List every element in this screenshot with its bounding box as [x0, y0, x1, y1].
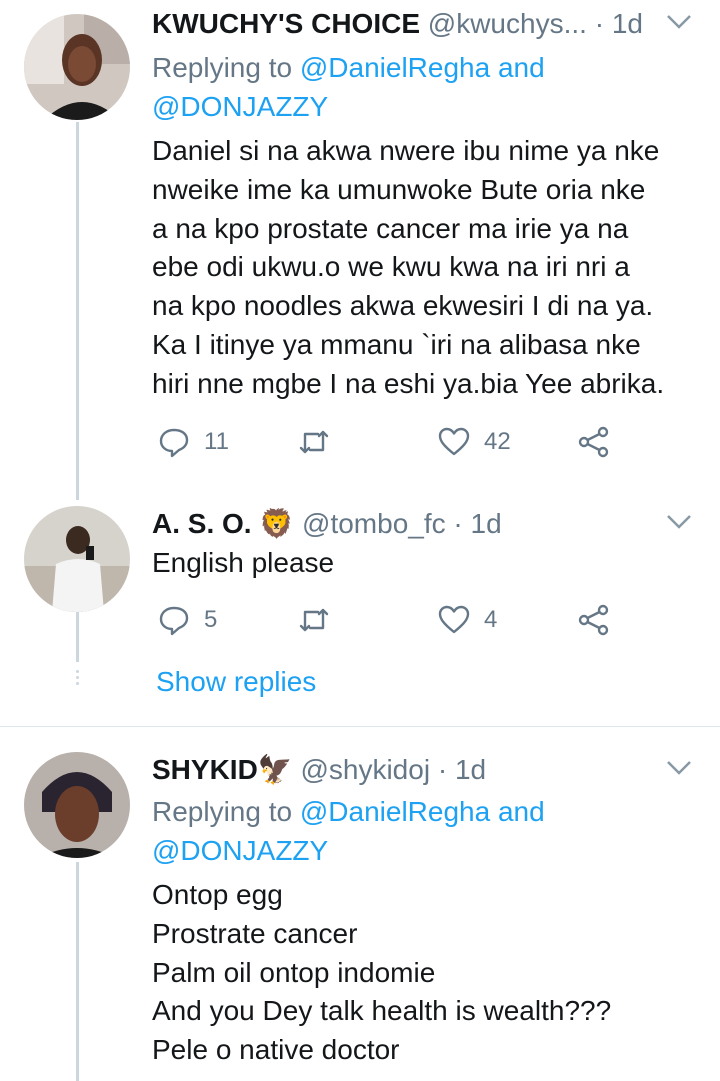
retweet-icon: [299, 608, 329, 632]
tweet-text: Daniel si na akwa nwere ibu nime ya nke …: [152, 135, 665, 399]
display-name[interactable]: A. S. O.: [152, 508, 252, 539]
retweet-button[interactable]: [298, 422, 344, 462]
heart-icon: [438, 427, 470, 456]
separator-dot: ·: [437, 754, 448, 785]
tweet-actions: 5 4: [152, 600, 622, 640]
timestamp[interactable]: 1d: [455, 754, 486, 785]
separator-dot: ·: [453, 508, 463, 539]
reply-icon: [159, 606, 189, 636]
tweet-actions: 11 42: [152, 422, 622, 462]
mention-link[interactable]: @DONJAZZY: [152, 91, 328, 122]
user-handle[interactable]: @shykidoj: [300, 754, 430, 785]
chevron-down-icon[interactable]: [666, 514, 692, 530]
display-name[interactable]: KWUCHY'S CHOICE: [152, 8, 420, 39]
chevron-down-icon[interactable]: [666, 760, 692, 776]
timestamp[interactable]: 1d: [612, 8, 643, 39]
avatar[interactable]: [24, 752, 130, 858]
reply-icon: [159, 428, 189, 458]
tweet-header: A. S. O. 🦁 @tombo_fc · 1d: [152, 506, 660, 542]
tweet-text: Ontop egg Prostrate cancer Palm oil onto…: [152, 879, 612, 1066]
tweet-shykid[interactable]: SHYKID🦅 @shykidoj · 1d Replying to @Dani…: [0, 746, 720, 1081]
like-button[interactable]: 4: [438, 600, 497, 640]
mention-link[interactable]: @DanielRegha: [300, 52, 490, 83]
retweet-button[interactable]: [298, 600, 344, 640]
reply-count: 5: [204, 606, 218, 633]
reply-button[interactable]: 11: [158, 422, 229, 462]
share-button[interactable]: [578, 422, 610, 462]
like-button[interactable]: 42: [438, 422, 511, 462]
retweet-icon: [299, 430, 329, 454]
tweet-header: KWUCHY'S CHOICE @kwuchys... · 1d: [152, 6, 660, 42]
replying-to: Replying to @DanielRegha and @DONJAZZY: [152, 52, 545, 122]
user-handle[interactable]: @tombo_fc: [302, 508, 446, 539]
tweet-text: English please: [152, 547, 335, 578]
lion-emoji: 🦁: [259, 508, 295, 539]
thread-line: [76, 122, 79, 500]
thread-dots: [76, 670, 79, 688]
like-count: 4: [484, 606, 498, 633]
avatar[interactable]: [24, 506, 130, 612]
share-icon: [578, 604, 609, 636]
heart-icon: [438, 605, 470, 634]
timestamp[interactable]: 1d: [471, 508, 502, 539]
display-name[interactable]: SHYKID: [152, 754, 258, 785]
like-count: 42: [484, 428, 511, 455]
divider: [0, 726, 720, 727]
tweet-header: SHYKID🦅 @shykidoj · 1d: [152, 752, 660, 788]
chevron-down-icon[interactable]: [666, 14, 692, 30]
show-replies-link[interactable]: Show replies: [156, 666, 316, 698]
reply-button[interactable]: 5: [158, 600, 217, 640]
separator-dot: ·: [594, 8, 605, 39]
replying-to: Replying to @DanielRegha and @DONJAZZY: [152, 796, 545, 866]
share-button[interactable]: [578, 600, 610, 640]
tweet-aso[interactable]: A. S. O. 🦁 @tombo_fc · 1d English please…: [0, 500, 720, 725]
mention-link[interactable]: @DONJAZZY: [152, 835, 328, 866]
mention-link[interactable]: @DanielRegha: [300, 796, 490, 827]
eagle-emoji: 🦅: [257, 754, 293, 785]
thread-line: [76, 612, 79, 662]
tweet-kwuchy[interactable]: KWUCHY'S CHOICE @kwuchys... · 1d Replyin…: [0, 0, 720, 500]
user-handle[interactable]: @kwuchys...: [428, 8, 587, 39]
thread-line: [76, 862, 79, 1081]
reply-count: 11: [204, 428, 229, 455]
share-icon: [578, 426, 609, 458]
avatar[interactable]: [24, 14, 130, 120]
